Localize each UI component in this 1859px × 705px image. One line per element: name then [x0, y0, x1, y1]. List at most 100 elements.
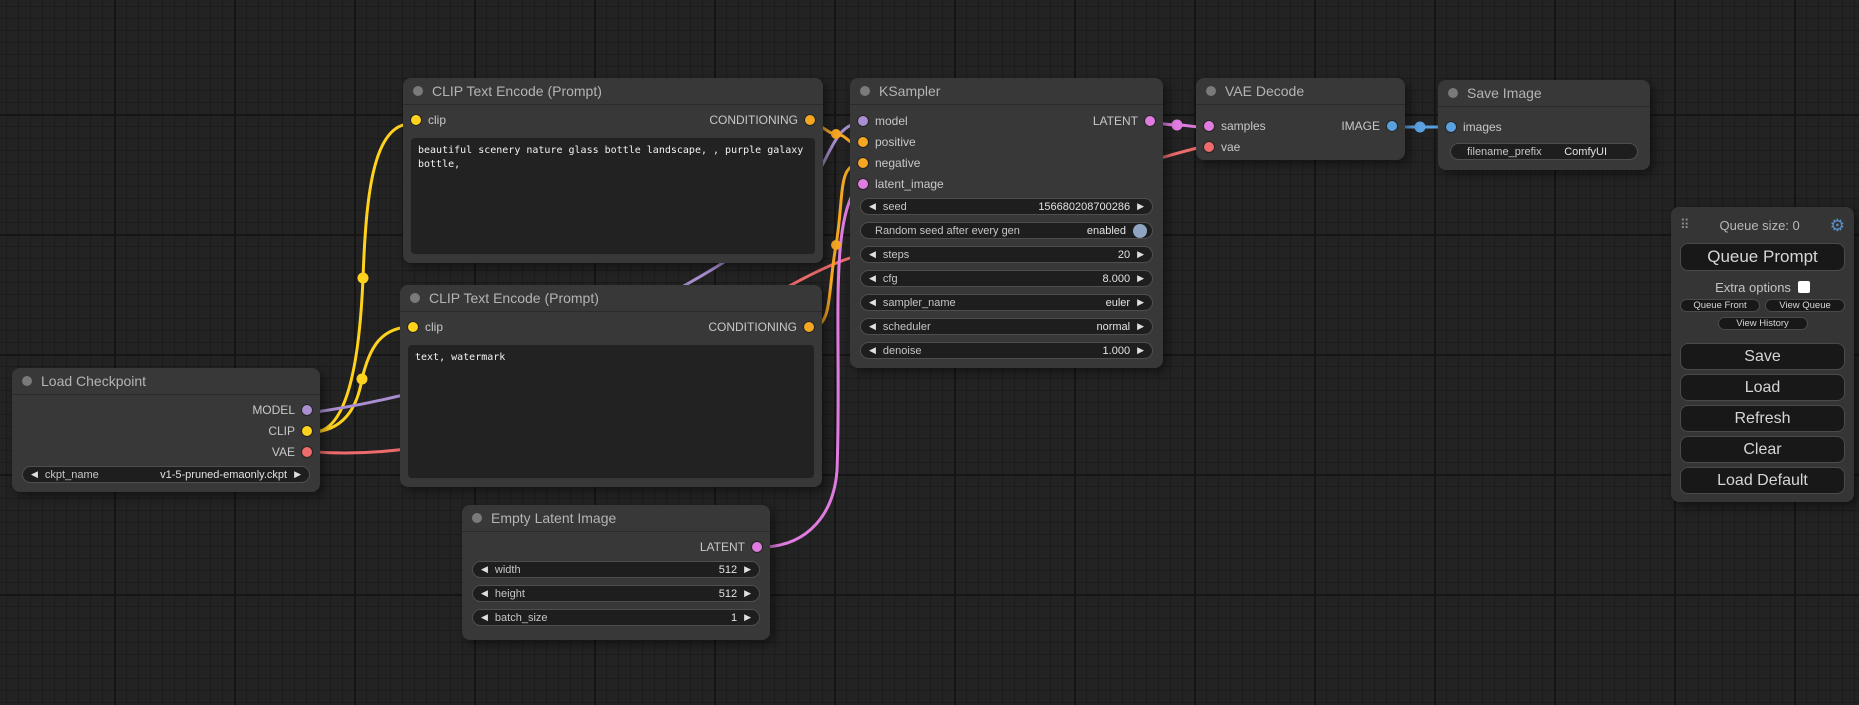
collapse-dot-icon[interactable] — [860, 86, 870, 96]
node-title: Load Checkpoint — [41, 373, 146, 389]
output-slot-icon-latent[interactable] — [752, 542, 762, 552]
input-slot-icon-clip[interactable] — [408, 322, 418, 332]
increment-arrow-icon[interactable]: ▶ — [1137, 274, 1144, 283]
collapse-dot-icon[interactable] — [410, 293, 420, 303]
filename-prefix-widget[interactable]: filename_prefix ComfyUI — [1450, 143, 1638, 160]
height-widget[interactable]: ◀ height 512 ▶ — [472, 585, 760, 602]
widget-value: v1-5-pruned-emaonly.ckpt — [160, 469, 287, 481]
node-clip-text-encode-positive[interactable]: CLIP Text Encode (Prompt) clip CONDITION… — [403, 78, 823, 263]
link-dot — [358, 273, 369, 284]
decrement-arrow-icon[interactable]: ◀ — [481, 589, 488, 598]
widget-value: euler — [1106, 297, 1130, 309]
increment-arrow-icon[interactable]: ▶ — [1137, 346, 1144, 355]
decrement-arrow-icon[interactable]: ◀ — [869, 202, 876, 211]
load-button[interactable]: Load — [1680, 374, 1845, 401]
increment-arrow-icon[interactable]: ▶ — [744, 565, 751, 574]
settings-gear-icon[interactable]: ⚙ — [1830, 217, 1845, 234]
decrement-arrow-icon[interactable]: ◀ — [869, 298, 876, 307]
seed-widget[interactable]: ◀ seed 156680208700286 ▶ — [860, 198, 1153, 215]
input-slot-icon-samples[interactable] — [1204, 121, 1214, 131]
collapse-dot-icon[interactable] — [22, 376, 32, 386]
widget-value: 8.000 — [1103, 273, 1131, 285]
decrement-arrow-icon[interactable]: ◀ — [869, 346, 876, 355]
queue-front-button[interactable]: Queue Front — [1680, 299, 1760, 312]
increment-arrow-icon[interactable]: ▶ — [294, 470, 301, 479]
decrement-arrow-icon[interactable]: ◀ — [869, 250, 876, 259]
decrement-arrow-icon[interactable]: ◀ — [869, 274, 876, 283]
input-slot-icon-negative[interactable] — [858, 158, 868, 168]
increment-arrow-icon[interactable]: ▶ — [744, 613, 751, 622]
extra-options-checkbox[interactable] — [1798, 281, 1810, 293]
scheduler-widget[interactable]: ◀ scheduler normal ▶ — [860, 318, 1153, 335]
input-slot-icon-vae[interactable] — [1204, 142, 1214, 152]
output-slot-icon-conditioning[interactable] — [805, 115, 815, 125]
batch-size-widget[interactable]: ◀ batch_size 1 ▶ — [472, 609, 760, 626]
width-widget[interactable]: ◀ width 512 ▶ — [472, 561, 760, 578]
node-graph-canvas[interactable]: Load Checkpoint MODEL CLIP VAE ◀ ckpt_na… — [0, 0, 1859, 705]
sampler-name-widget[interactable]: ◀ sampler_name euler ▶ — [860, 294, 1153, 311]
widget-label: filename_prefix — [1467, 146, 1542, 158]
input-slot-icon-clip[interactable] — [411, 115, 421, 125]
node-title: CLIP Text Encode (Prompt) — [432, 83, 602, 99]
decrement-arrow-icon[interactable]: ◀ — [481, 613, 488, 622]
ckpt-name-widget[interactable]: ◀ ckpt_name v1-5-pruned-emaonly.ckpt ▶ — [22, 466, 310, 483]
collapse-dot-icon[interactable] — [1448, 88, 1458, 98]
node-title: CLIP Text Encode (Prompt) — [429, 290, 599, 306]
steps-widget[interactable]: ◀ steps 20 ▶ — [860, 246, 1153, 263]
output-label-clip: CLIP — [268, 424, 295, 438]
output-slot-icon-conditioning[interactable] — [804, 322, 814, 332]
node-title: Save Image — [1467, 85, 1542, 101]
input-label-samples: samples — [1221, 119, 1266, 133]
negative-prompt-textarea[interactable]: text, watermark — [408, 345, 814, 478]
increment-arrow-icon[interactable]: ▶ — [1137, 298, 1144, 307]
increment-arrow-icon[interactable]: ▶ — [1137, 322, 1144, 331]
increment-arrow-icon[interactable]: ▶ — [1137, 250, 1144, 259]
queue-prompt-button[interactable]: Queue Prompt — [1680, 243, 1845, 271]
decrement-arrow-icon[interactable]: ◀ — [481, 565, 488, 574]
widget-label: height — [495, 588, 525, 600]
output-slot-icon-image[interactable] — [1387, 121, 1397, 131]
link-dot — [357, 374, 368, 385]
save-button[interactable]: Save — [1680, 343, 1845, 370]
decrement-arrow-icon[interactable]: ◀ — [869, 322, 876, 331]
output-slot-icon-clip[interactable] — [302, 426, 312, 436]
widget-label: denoise — [883, 345, 922, 357]
node-empty-latent-image[interactable]: Empty Latent Image LATENT ◀ width 512 ▶ … — [462, 505, 770, 640]
output-slot-icon-vae[interactable] — [302, 447, 312, 457]
clear-button[interactable]: Clear — [1680, 436, 1845, 463]
collapse-dot-icon[interactable] — [1206, 86, 1216, 96]
node-title-bar: KSampler — [850, 78, 1163, 105]
collapse-dot-icon[interactable] — [413, 86, 423, 96]
view-history-button[interactable]: View History — [1718, 317, 1808, 330]
output-label-vae: VAE — [272, 445, 295, 459]
input-slot-icon-positive[interactable] — [858, 137, 868, 147]
drag-handle-icon[interactable]: ⠿ — [1680, 217, 1690, 233]
input-slot-icon-images[interactable] — [1446, 122, 1456, 132]
node-load-checkpoint[interactable]: Load Checkpoint MODEL CLIP VAE ◀ ckpt_na… — [12, 368, 320, 492]
denoise-widget[interactable]: ◀ denoise 1.000 ▶ — [860, 342, 1153, 359]
node-clip-text-encode-negative[interactable]: CLIP Text Encode (Prompt) clip CONDITION… — [400, 285, 822, 487]
output-label-latent: LATENT — [700, 540, 745, 554]
output-slot-icon-model[interactable] — [302, 405, 312, 415]
node-vae-decode[interactable]: VAE Decode samples IMAGE vae — [1196, 78, 1405, 160]
widget-value: ComfyUI — [1564, 146, 1607, 158]
increment-arrow-icon[interactable]: ▶ — [1137, 202, 1144, 211]
node-title: Empty Latent Image — [491, 510, 616, 526]
view-queue-button[interactable]: View Queue — [1765, 299, 1845, 312]
random-seed-widget[interactable]: Random seed after every gen enabled — [860, 222, 1153, 239]
input-slot-icon-latent-image[interactable] — [858, 179, 868, 189]
toggle-icon[interactable] — [1133, 224, 1147, 238]
load-default-button[interactable]: Load Default — [1680, 467, 1845, 494]
collapse-dot-icon[interactable] — [472, 513, 482, 523]
refresh-button[interactable]: Refresh — [1680, 405, 1845, 432]
increment-arrow-icon[interactable]: ▶ — [744, 589, 751, 598]
positive-prompt-textarea[interactable]: beautiful scenery nature glass bottle la… — [411, 138, 815, 254]
node-ksampler[interactable]: KSampler model LATENT positive negative — [850, 78, 1163, 368]
input-label-images: images — [1463, 120, 1502, 134]
node-save-image[interactable]: Save Image images filename_prefix ComfyU… — [1438, 80, 1650, 170]
input-label-clip: clip — [425, 320, 443, 334]
input-slot-icon-model[interactable] — [858, 116, 868, 126]
output-slot-icon-latent[interactable] — [1145, 116, 1155, 126]
cfg-widget[interactable]: ◀ cfg 8.000 ▶ — [860, 270, 1153, 287]
decrement-arrow-icon[interactable]: ◀ — [31, 470, 38, 479]
